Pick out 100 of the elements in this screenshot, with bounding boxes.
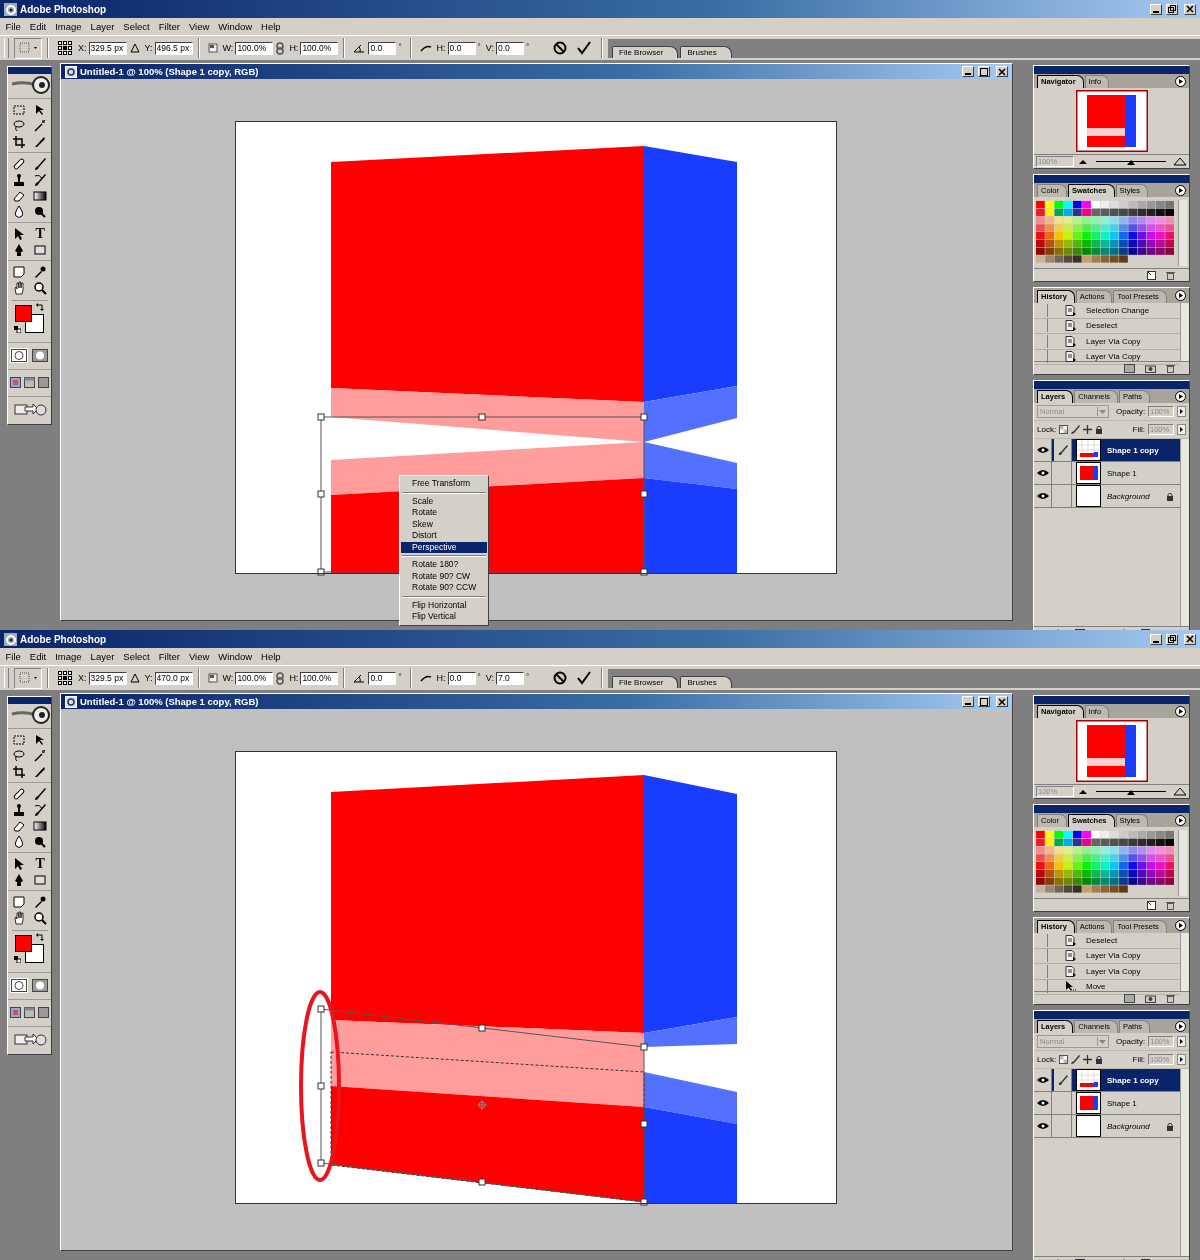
swatch-grid-drawing[interactable] [1036,200,1174,264]
scroll-bar[interactable] [1178,200,1187,266]
scroll-bar[interactable] [1180,439,1189,626]
menu-item[interactable]: File [1,651,26,662]
value-field[interactable]: 100.0% [300,41,339,55]
quick-mask-icon[interactable] [32,978,49,992]
camera-icon[interactable] [1145,993,1156,1003]
menu-item[interactable]: View [184,21,214,32]
magic-wand-icon[interactable] [33,749,48,763]
layer-row[interactable]: Shape 1 copy [1034,439,1180,462]
value-field[interactable]: 496.5 px [154,41,193,55]
trash-icon[interactable] [1166,900,1175,910]
hand-icon[interactable] [11,281,26,295]
default-colors-icon[interactable] [13,326,21,333]
chain-link-icon[interactable] [276,671,285,685]
panel-menu-button[interactable] [1175,75,1186,87]
full-screen-menu-icon[interactable] [24,376,35,388]
full-screen-menu-icon[interactable] [24,1006,35,1018]
menu-item[interactable]: Edit [25,21,51,32]
rectangle-shape-icon[interactable] [33,243,48,257]
zoom-in-icon[interactable] [1173,157,1187,166]
minimize-button[interactable] [1150,3,1162,15]
camera-icon[interactable] [1145,363,1156,373]
layer-row[interactable]: Background [1034,1115,1180,1138]
stamp-icon[interactable] [11,803,26,817]
quick-mask-icon[interactable] [32,348,49,362]
swatch-grid-drawing[interactable] [1036,830,1174,894]
eye-icon[interactable] [1036,1099,1049,1107]
menu-item[interactable]: Image [50,651,87,662]
zoom-icon[interactable] [33,281,48,295]
panel-menu-button[interactable] [1175,390,1186,402]
move-cross-icon[interactable] [1083,1055,1093,1064]
history-step[interactable]: Layer Via Copy [1086,352,1141,362]
chain-link-icon[interactable] [276,41,285,55]
menu-item[interactable]: Filter [154,21,185,32]
restore-button[interactable] [1166,3,1178,15]
layer-row[interactable]: Shape 1 [1034,1092,1180,1115]
close-button[interactable] [996,66,1008,77]
tool-preset-picker[interactable] [14,667,42,689]
padlock-icon[interactable] [1095,1055,1104,1064]
context-menu-item[interactable]: Rotate [401,507,487,519]
lasso-icon[interactable] [11,749,26,763]
lock-transparency-icon[interactable] [1059,425,1069,434]
value-field[interactable]: 100.0% [300,671,339,685]
brush-icon[interactable] [33,157,48,171]
burn-icon[interactable] [33,205,48,219]
new-document-icon[interactable] [1124,993,1135,1003]
full-screen-icon[interactable] [38,376,50,388]
commit-check-icon[interactable] [577,671,591,685]
menu-item[interactable]: Filter [154,651,185,662]
magic-wand-icon[interactable] [33,119,48,133]
type-tool[interactable]: T [33,227,48,241]
context-menu-item[interactable]: Skew [401,518,487,530]
history-step[interactable]: Move [1086,982,1106,992]
maximize-button[interactable] [978,66,990,77]
close-button[interactable] [996,696,1008,707]
eye-logo-icon[interactable] [9,75,50,95]
swap-arrow-icon[interactable] [35,303,44,311]
note-icon[interactable] [11,265,26,279]
context-menu-item[interactable]: Perspective [401,541,487,553]
trash-icon[interactable] [1166,993,1175,1003]
value-field[interactable]: 100.0% [235,671,274,685]
context-menu-item[interactable]: Scale [401,495,487,507]
brush-icon[interactable] [1071,425,1081,434]
menu-item[interactable]: View [184,651,214,662]
palette-well-tab[interactable]: Brushes [680,45,732,58]
close-button[interactable] [1184,633,1196,645]
value-field[interactable]: 0.0 [447,671,476,685]
zoom-icon[interactable] [33,911,48,925]
context-menu-item[interactable]: Rotate 90? CW [401,570,487,582]
panel-menu-button[interactable] [1175,1020,1186,1032]
eye-icon[interactable] [1036,1122,1049,1130]
menu-item[interactable]: Window [213,651,257,662]
eye-icon[interactable] [1036,469,1049,477]
menu-item[interactable]: Layer [86,21,119,32]
note-icon[interactable] [11,895,26,909]
menu-item[interactable]: Select [118,651,155,662]
eye-icon[interactable] [1036,446,1049,454]
jump-to-imageready-icon[interactable] [12,1031,47,1047]
brush-icon[interactable] [1071,1055,1081,1064]
knife-icon[interactable] [33,135,48,149]
crop-icon[interactable] [11,135,26,149]
value-field[interactable]: 100.0% [235,41,274,55]
knife-icon[interactable] [33,765,48,779]
minimize-button[interactable] [1150,633,1162,645]
context-menu-item[interactable]: Rotate 180? [401,559,487,571]
palette-well-tab[interactable]: Brushes [680,675,732,688]
restore-button[interactable] [1166,633,1178,645]
value-field[interactable]: 0.0 [368,671,397,685]
new-item-icon[interactable] [1147,270,1156,280]
eye-icon[interactable] [1036,1076,1049,1084]
palette-well-tab[interactable]: File Browser [612,675,679,688]
layer-row[interactable]: Background [1034,485,1180,508]
scroll-bar[interactable] [1180,303,1189,361]
slider-arrow-icon[interactable] [1177,406,1186,417]
full-screen-icon[interactable] [38,1006,50,1018]
lock-transparency-icon[interactable] [1059,1055,1069,1064]
palette-well-tab[interactable]: File Browser [612,45,679,58]
eraser-icon[interactable] [11,819,26,833]
slider-arrow-icon[interactable] [1177,1054,1186,1065]
